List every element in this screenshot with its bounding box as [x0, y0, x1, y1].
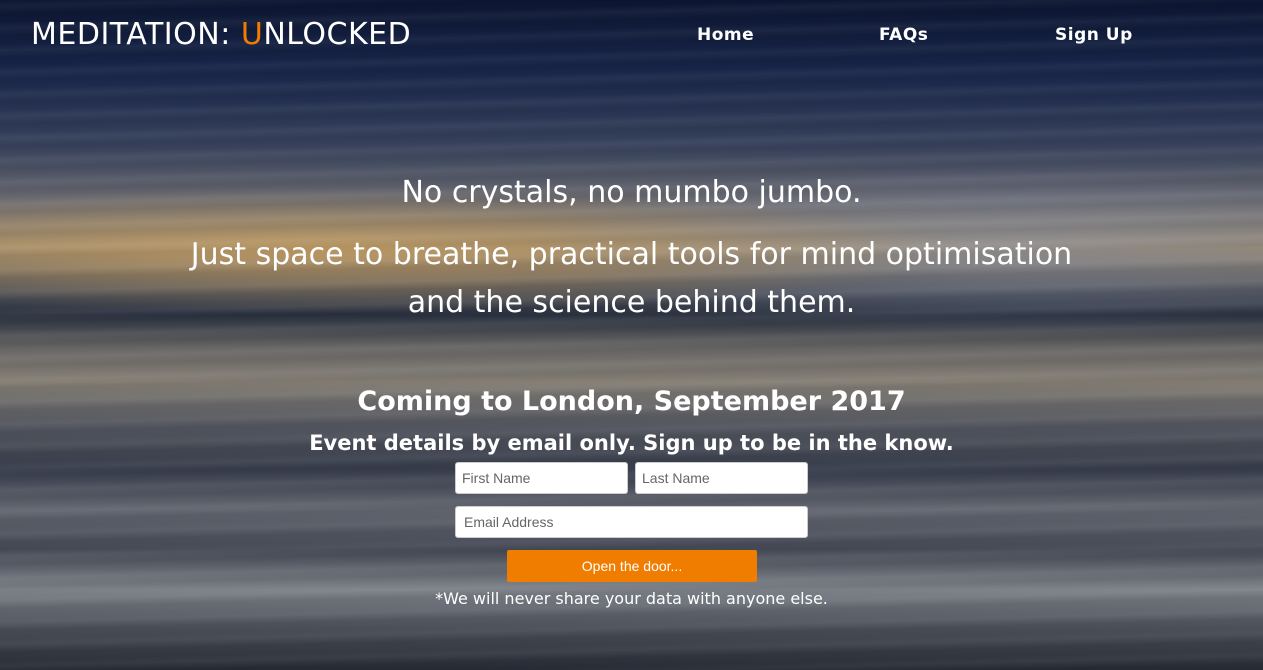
- first-name-input[interactable]: [455, 462, 628, 494]
- hero-description: Just space to breathe, practical tools f…: [0, 231, 1263, 327]
- email-input[interactable]: [455, 506, 808, 538]
- event-title: Coming to London, September 2017: [357, 386, 906, 417]
- nav-faqs-link[interactable]: FAQs: [879, 24, 928, 46]
- logo-text-accent: U: [240, 17, 264, 52]
- event-subtitle: Event details by email only. Sign up to …: [309, 431, 954, 455]
- site-logo[interactable]: MEDITATION: UNLOCKED: [31, 17, 411, 53]
- hero-tagline: No crystals, no mumbo jumbo.: [401, 175, 862, 210]
- hero-description-line-2: and the science behind them.: [407, 285, 856, 320]
- privacy-disclaimer: *We will never share your data with anyo…: [435, 589, 828, 608]
- logo-text-pre: MEDITATION:: [31, 17, 241, 52]
- submit-button[interactable]: Open the door...: [507, 550, 757, 582]
- nav-signup-link[interactable]: Sign Up: [1055, 24, 1133, 46]
- nav-home-link[interactable]: Home: [697, 24, 754, 46]
- last-name-input[interactable]: [635, 462, 808, 494]
- logo-text-post: NLOCKED: [263, 17, 412, 52]
- hero-description-line-1: Just space to breathe, practical tools f…: [190, 237, 1073, 272]
